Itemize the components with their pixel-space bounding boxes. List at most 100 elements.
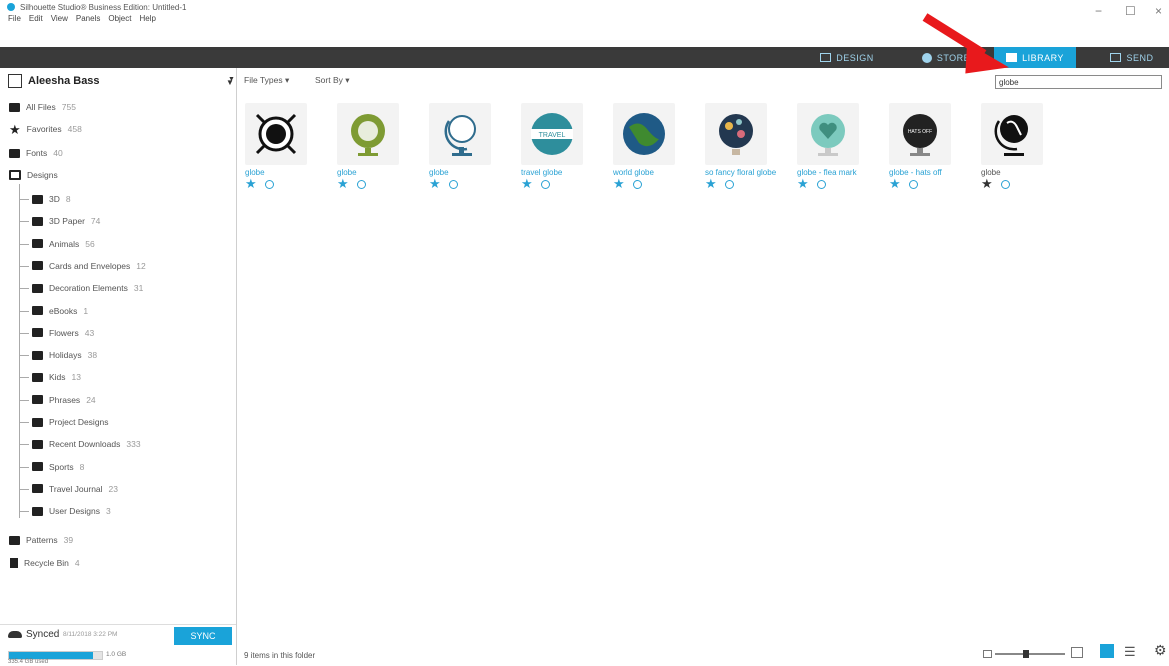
sidebar-item-folder[interactable]: 3D Paper 74: [32, 216, 100, 226]
sync-button[interactable]: SYNC: [174, 627, 232, 645]
zoom-slider[interactable]: [995, 650, 1065, 658]
cloud-sync-icon: [540, 179, 550, 189]
tree-connector: [19, 288, 29, 290]
sidebar-item-patterns[interactable]: Patterns 39: [9, 535, 73, 545]
item-count: 458: [67, 124, 82, 134]
menu-help[interactable]: Help: [139, 14, 155, 23]
sidebar-item-folder[interactable]: Phrases 24: [32, 395, 96, 405]
design-thumbnail[interactable]: [705, 103, 767, 165]
menu-view[interactable]: View: [51, 14, 68, 23]
favorite-star-icon[interactable]: ★: [429, 177, 441, 190]
sidebar-item-label: Fonts: [26, 148, 48, 158]
sidebar-item-folder[interactable]: 3D 8: [32, 194, 71, 204]
card-actions: ★: [337, 177, 417, 190]
design-card[interactable]: globe ★: [337, 103, 417, 190]
folder-icon: [32, 506, 43, 516]
favorite-star-icon[interactable]: ★: [337, 177, 349, 190]
design-thumbnail[interactable]: [797, 103, 859, 165]
item-count: 1: [83, 305, 89, 316]
tab-design[interactable]: DESIGN: [812, 47, 882, 68]
folder-icon: [32, 194, 43, 204]
design-thumbnail[interactable]: [981, 103, 1043, 165]
design-card[interactable]: so fancy floral globe ★: [705, 103, 785, 190]
storage-total: 1.0 GB: [106, 651, 127, 658]
sidebar-item-all-files[interactable]: All Files 755: [9, 102, 76, 112]
sidebar-item-folder[interactable]: eBooks 1: [32, 306, 88, 316]
favorite-star-icon[interactable]: ★: [521, 177, 533, 190]
sync-timestamp: 8/11/2018 3:22 PM: [63, 631, 118, 638]
tree-connector: [19, 466, 29, 468]
design-thumbnail[interactable]: [429, 103, 491, 165]
file-types-label: File Types: [244, 75, 283, 85]
favorite-star-icon[interactable]: ★: [981, 177, 993, 190]
design-card[interactable]: globe ★: [429, 103, 509, 190]
tab-library-label: LIBRARY: [1022, 52, 1064, 63]
sidebar-item-folder[interactable]: Sports 8: [32, 462, 84, 472]
sidebar-item-recycle-bin[interactable]: Recycle Bin 4: [9, 558, 80, 568]
tree-connector: [19, 332, 29, 334]
design-card[interactable]: world globe ★: [613, 103, 693, 190]
sidebar-item-favorites[interactable]: ★ Favorites 458: [9, 123, 82, 136]
sidebar-item-folder[interactable]: Holidays 38: [32, 350, 97, 360]
red-arrow-annotation: [922, 13, 1009, 74]
sidebar-item-folder[interactable]: Flowers 43: [32, 328, 94, 338]
sidebar-item-folder[interactable]: Recent Downloads 333: [32, 439, 141, 449]
design-card[interactable]: globe - flea mark ★: [797, 103, 877, 190]
folder-open-icon: [9, 170, 21, 180]
sidebar-item-folder[interactable]: Project Designs: [32, 417, 115, 427]
sidebar-item-fonts[interactable]: Fonts 40: [9, 148, 63, 158]
cloud-icon: [8, 631, 22, 638]
design-thumbnail[interactable]: TRAVEL: [521, 103, 583, 165]
design-thumbnail[interactable]: [337, 103, 399, 165]
collapse-arrow-icon[interactable]: ▼: [228, 76, 235, 83]
item-count: 24: [86, 394, 96, 405]
sidebar-item-folder[interactable]: User Designs 3: [32, 506, 111, 516]
sidebar-item-label: All Files: [26, 102, 56, 112]
sidebar-item-designs[interactable]: Designs: [9, 170, 58, 180]
status-text: 9 items in this folder: [244, 651, 316, 660]
favorite-star-icon[interactable]: ★: [705, 177, 717, 190]
folder-icon: [32, 328, 43, 338]
tab-send[interactable]: SEND: [1095, 47, 1169, 68]
sidebar-item-folder[interactable]: Cards and Envelopes 12: [32, 261, 146, 271]
favorite-star-icon[interactable]: ★: [245, 177, 257, 190]
folder-icon: [9, 102, 20, 112]
design-card[interactable]: globe ★: [245, 103, 325, 190]
tree-connector: [19, 310, 29, 312]
design-card[interactable]: HATS OFF globe - hats off ★: [889, 103, 969, 190]
sync-panel: Synced 8/11/2018 3:22 PM SYNC 1.0 GB 335…: [0, 624, 236, 666]
design-card[interactable]: TRAVEL travel globe ★: [521, 103, 601, 190]
design-card[interactable]: globe ★: [981, 103, 1061, 190]
sync-status: Synced: [26, 629, 60, 640]
design-thumbnail[interactable]: [245, 103, 307, 165]
item-count: 38: [87, 350, 98, 361]
menu-edit[interactable]: Edit: [29, 14, 43, 23]
chevron-down-icon: ▾: [284, 75, 290, 85]
menu-object[interactable]: Object: [108, 14, 131, 23]
maximize-button[interactable]: ☐: [1125, 4, 1136, 18]
menu-file[interactable]: File: [8, 14, 21, 23]
favorite-star-icon[interactable]: ★: [889, 177, 901, 190]
sidebar-item-folder[interactable]: Kids 13: [32, 372, 81, 382]
user-header[interactable]: Aleesha Bass: [8, 74, 100, 88]
design-thumbnail[interactable]: [613, 103, 675, 165]
zoom-slider-knob[interactable]: [1023, 650, 1029, 658]
menu-panels[interactable]: Panels: [76, 14, 100, 23]
favorite-star-icon[interactable]: ★: [797, 177, 809, 190]
minimize-button[interactable]: −: [1095, 4, 1102, 18]
sidebar-item-label: Favorites: [26, 124, 62, 134]
grid-view-icon[interactable]: [1100, 644, 1114, 658]
sidebar-item-label: Patterns: [26, 535, 58, 545]
search-input[interactable]: [995, 75, 1162, 89]
sidebar-item-folder[interactable]: Travel Journal 23: [32, 484, 118, 494]
favorite-star-icon[interactable]: ★: [613, 177, 625, 190]
close-button[interactable]: ×: [1155, 4, 1162, 18]
file-types-dropdown[interactable]: File Types ▾: [244, 75, 289, 86]
sort-by-dropdown[interactable]: Sort By ▾: [315, 75, 350, 86]
sidebar-item-folder[interactable]: Animals 56: [32, 239, 95, 249]
sidebar-item-label: Cards and Envelopes: [49, 260, 131, 271]
list-view-icon[interactable]: ☰: [1124, 644, 1136, 660]
design-thumbnail[interactable]: HATS OFF: [889, 103, 951, 165]
sidebar-item-folder[interactable]: Decoration Elements 31: [32, 283, 143, 293]
gear-icon[interactable]: ⚙: [1154, 642, 1167, 659]
